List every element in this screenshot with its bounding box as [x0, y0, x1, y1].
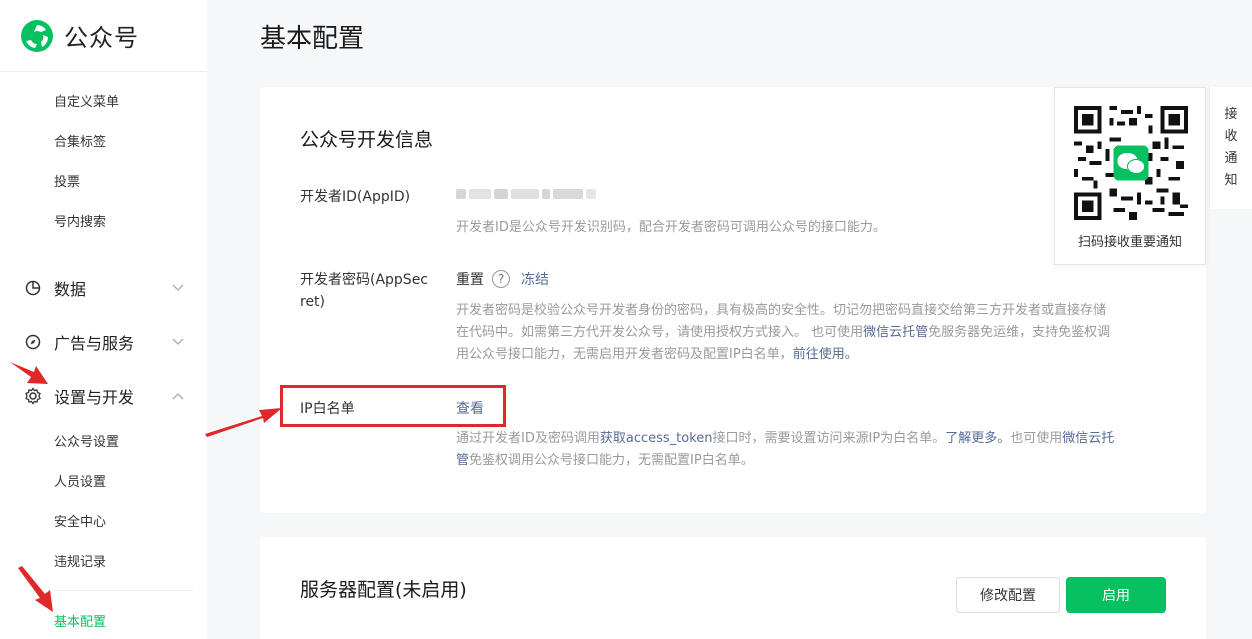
chevron-up-icon: [172, 390, 184, 402]
gear-icon: [24, 387, 42, 405]
qr-notify-panel: 扫码接收重要通知: [1054, 87, 1206, 265]
modify-config-button[interactable]: 修改配置: [956, 577, 1060, 613]
sidebar-group-data[interactable]: 数据: [24, 276, 184, 300]
brand-name: 公众号: [64, 24, 139, 52]
ip-whitelist-desc: 通过开发者ID及密码调用获取access_token接口时，需要设置访问来源IP…: [456, 431, 1115, 468]
wechat-cloud-hosting-link[interactable]: 微信云托: [1062, 431, 1114, 446]
appsecret-label: 开发者密码(AppSec ret): [300, 272, 429, 310]
appsecret-desc: 开发者密码是校验公众号开发者身份的密码，具有极高的安全性。切记勿把密码直接交给第…: [456, 303, 1111, 362]
chevron-down-icon: [172, 336, 184, 348]
sidebar-item-account-settings[interactable]: 公众号设置: [54, 431, 119, 450]
sidebar-item-collection-tags[interactable]: 合集标签: [54, 131, 106, 150]
go-use-link[interactable]: 前往使用。: [793, 347, 858, 362]
wechat-cloud-hosting-link-cont[interactable]: 管: [456, 453, 469, 468]
sidebar-group-ads-services[interactable]: 广告与服务: [24, 330, 184, 354]
help-icon[interactable]: ?: [492, 270, 510, 288]
brand[interactable]: 公众号: [0, 0, 207, 72]
sidebar-item-vote[interactable]: 投票: [54, 171, 80, 190]
compass-icon: [24, 333, 42, 351]
dev-info-title: 公众号开发信息: [300, 129, 434, 151]
annotation-highlight-box: [280, 385, 506, 427]
sidebar-item-member-settings[interactable]: 人员设置: [54, 471, 106, 490]
access-token-link[interactable]: 获取access_token: [600, 431, 713, 446]
sidebar-item-basic-config[interactable]: 基本配置: [54, 611, 106, 630]
server-config-title: 服务器配置(未启用): [300, 579, 467, 601]
appsecret-actions: 重置 ? 冻结: [456, 269, 549, 289]
qr-caption: 扫码接收重要通知: [1077, 235, 1182, 250]
sidebar-divider: [54, 590, 194, 591]
wechat-official-account-logo: [21, 19, 53, 52]
sidebar-group-label: 数据: [54, 280, 87, 299]
receive-notify-tab[interactable]: 接 收 通 知: [1209, 87, 1252, 209]
appid-value-masked: [456, 187, 596, 201]
sidebar: 公众号 自定义菜单 合集标签 投票 号内搜索 数据 广告与服务 设置与开发 公众…: [0, 0, 207, 639]
reset-secret-link[interactable]: 重置: [456, 269, 484, 289]
chevron-down-icon: [172, 282, 184, 294]
sidebar-item-in-account-search[interactable]: 号内搜索: [54, 211, 106, 230]
learn-more-link[interactable]: 了解更多。: [945, 431, 1010, 446]
wechat-cloud-hosting-link[interactable]: 微信云托管: [863, 325, 928, 340]
sidebar-item-custom-menu[interactable]: 自定义菜单: [54, 91, 119, 110]
sidebar-item-violation-records[interactable]: 违规记录: [54, 551, 106, 570]
sidebar-item-security-center[interactable]: 安全中心: [54, 511, 106, 530]
page-title: 基本配置: [260, 24, 365, 54]
appid-desc: 开发者ID是公众号开发识别码，配合开发者密码可调用公众号的接口能力。: [456, 220, 886, 235]
appid-label: 开发者ID(AppID): [300, 189, 411, 205]
server-config-card: 服务器配置(未启用) 修改配置 启用: [260, 537, 1206, 639]
qr-code-icon: [1074, 106, 1188, 220]
enable-button[interactable]: 启用: [1066, 577, 1166, 613]
sidebar-group-settings-dev[interactable]: 设置与开发: [24, 384, 184, 408]
freeze-secret-link[interactable]: 冻结: [521, 269, 549, 289]
pie-chart-icon: [24, 279, 42, 297]
sidebar-group-label: 广告与服务: [54, 334, 135, 353]
sidebar-group-label: 设置与开发: [54, 388, 135, 407]
